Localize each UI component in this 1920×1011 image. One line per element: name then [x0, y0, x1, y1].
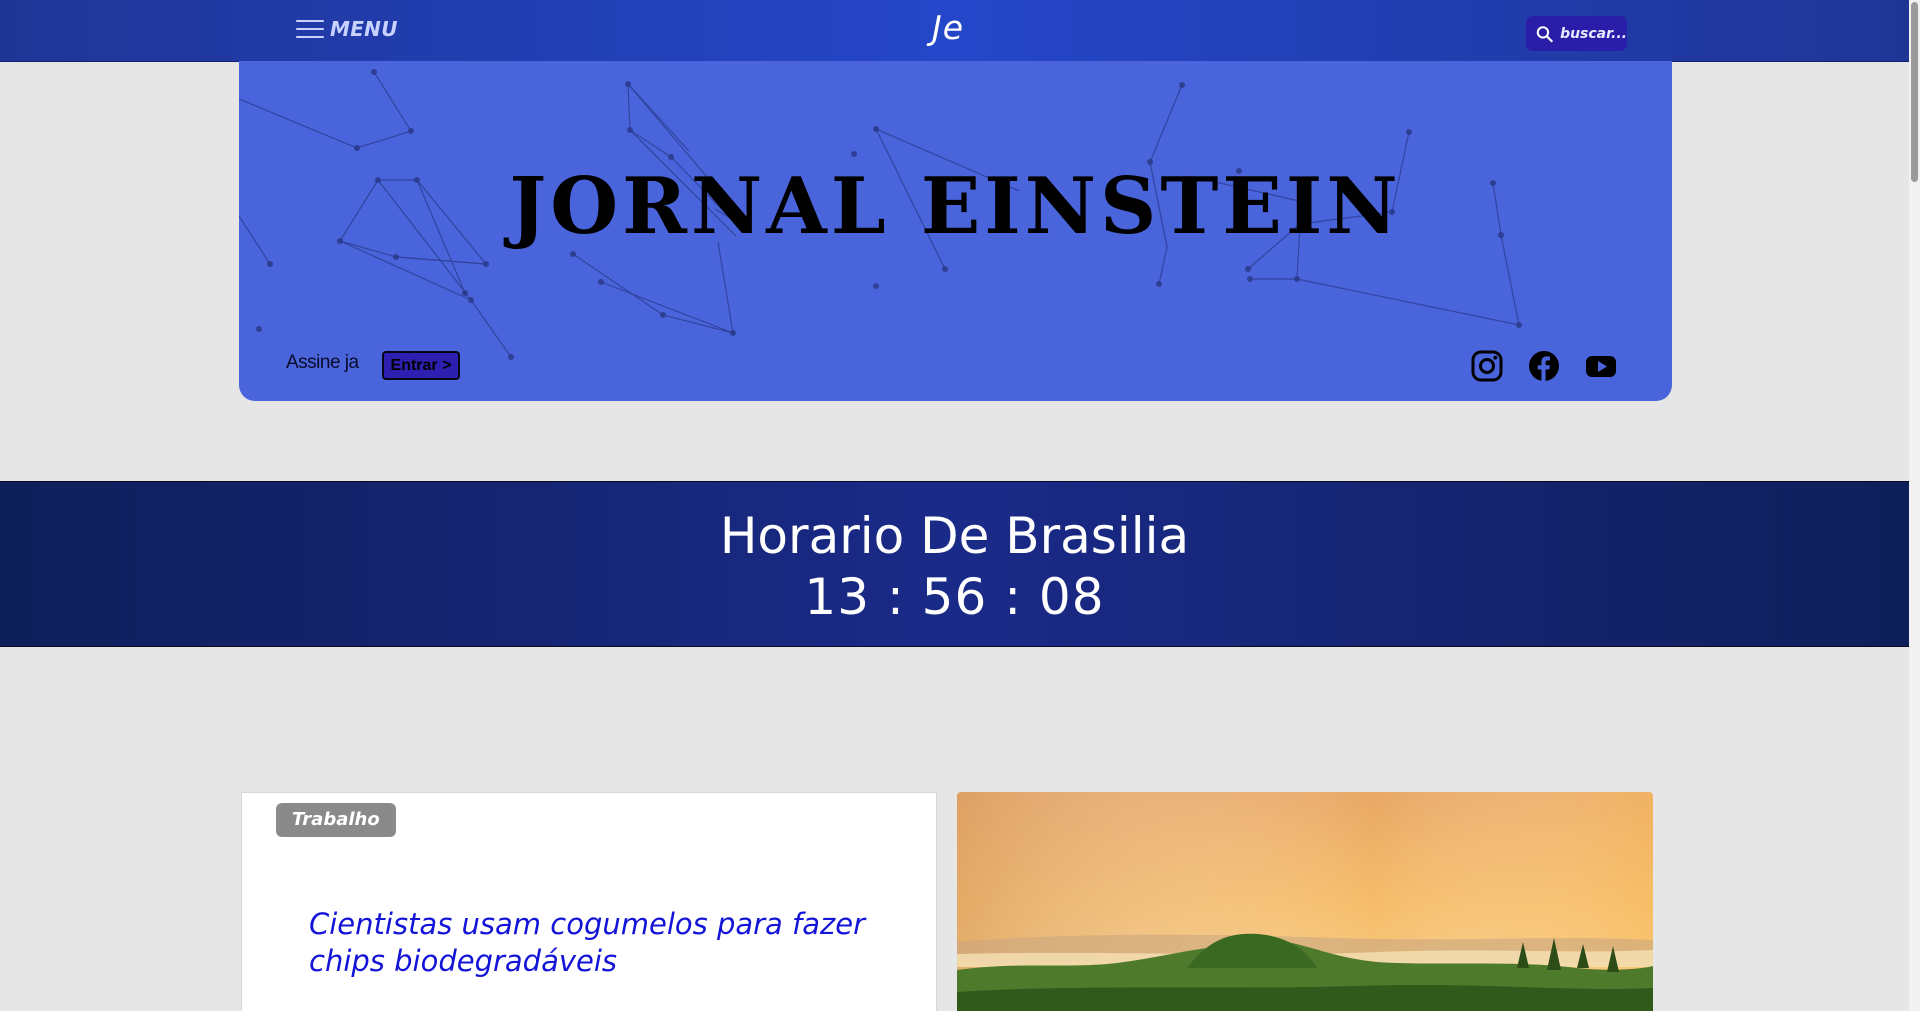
subscribe-text: Assine ja	[286, 352, 359, 373]
search-input[interactable]: buscar...	[1526, 16, 1627, 51]
page: MENU Je buscar... JORNAL EINSTEIN Assine…	[0, 0, 1909, 1011]
menu-button[interactable]: MENU	[296, 17, 398, 41]
scrollbar[interactable]	[1909, 0, 1920, 1011]
hamburger-icon	[296, 17, 324, 41]
site-title: JORNAL EINSTEIN	[509, 161, 1402, 252]
article-headline[interactable]: Cientistas usam cogumelos para fazer chi…	[309, 906, 869, 980]
menu-label: MENU	[330, 17, 398, 41]
instagram-icon[interactable]	[1470, 349, 1504, 383]
clock-time: 13 : 56 : 08	[804, 568, 1105, 626]
hero-banner: JORNAL EINSTEIN Assine ja Entrar >	[239, 61, 1672, 401]
search-placeholder: buscar...	[1560, 25, 1627, 42]
search-icon	[1536, 25, 1553, 42]
landscape-photo	[957, 792, 1653, 1011]
site-logo[interactable]: Je	[932, 8, 964, 47]
youtube-icon[interactable]	[1584, 349, 1618, 383]
scrollbar-thumb[interactable]	[1911, 2, 1918, 182]
article-card[interactable]: Trabalho Cientistas usam cogumelos para …	[241, 792, 937, 1011]
article-image[interactable]	[957, 792, 1653, 1011]
clock-title: Horario De Brasilia	[719, 507, 1190, 565]
top-navbar: MENU Je buscar...	[0, 0, 1909, 62]
enter-button[interactable]: Entrar >	[382, 351, 460, 380]
facebook-icon[interactable]	[1527, 349, 1561, 383]
category-tag[interactable]: Trabalho	[276, 803, 396, 837]
brasilia-clock: Horario De Brasilia 13 : 56 : 08	[0, 481, 1909, 647]
